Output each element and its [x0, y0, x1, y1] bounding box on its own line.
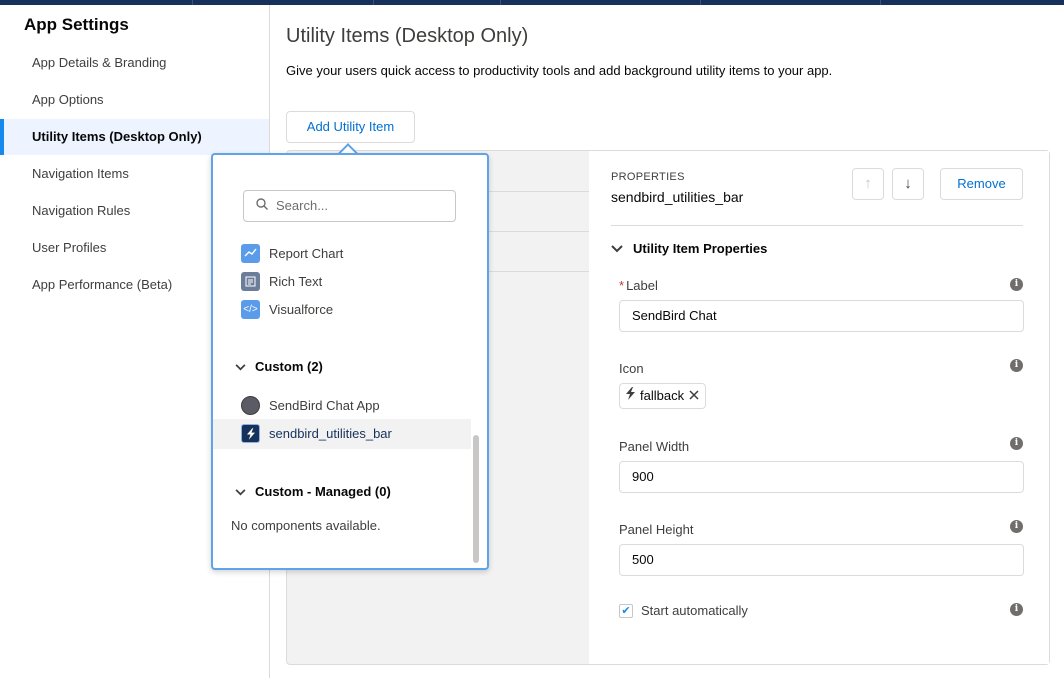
search-placeholder: Search... — [276, 198, 329, 213]
move-down-button[interactable]: ↓ — [892, 168, 924, 200]
list-divider — [487, 231, 589, 232]
scrollbar[interactable] — [471, 250, 479, 565]
component-item-rich-text[interactable]: Rich Text — [241, 271, 322, 291]
sidebar-item-app-details-branding[interactable]: App Details & Branding — [0, 45, 269, 81]
start-automatically-label: Start automatically — [641, 603, 748, 618]
empty-state-text: No components available. — [231, 518, 381, 533]
properties-heading: PROPERTIES — [611, 171, 685, 183]
group-label: Custom (2) — [255, 359, 323, 374]
arrow-down-icon: ↓ — [904, 175, 912, 192]
rich-text-icon — [241, 271, 260, 291]
component-item-sendbird-utilities-bar[interactable]: sendbird_utilities_bar — [241, 423, 392, 443]
move-up-button[interactable]: ↑ — [852, 168, 884, 200]
scrollbar-thumb[interactable] — [473, 435, 479, 563]
component-label: Visualforce — [269, 301, 334, 317]
component-label: SendBird Chat App — [269, 397, 380, 413]
panel-width-input[interactable]: 900 — [619, 461, 1024, 493]
sidebar-item-utility-items[interactable]: Utility Items (Desktop Only) — [0, 119, 269, 155]
close-icon[interactable] — [689, 384, 699, 408]
info-icon[interactable]: i — [1010, 437, 1023, 450]
utility-item-properties-section[interactable]: Utility Item Properties — [611, 241, 767, 256]
page-description: Give your users quick access to producti… — [286, 63, 833, 78]
component-item-sendbird-chat-app[interactable]: SendBird Chat App — [241, 395, 380, 415]
visualforce-icon: </> — [241, 299, 260, 319]
info-icon[interactable]: i — [1010, 603, 1023, 616]
required-mark: * — [619, 278, 625, 293]
selected-item-name: sendbird_utilities_bar — [611, 189, 744, 205]
divider — [611, 225, 1023, 226]
lightning-icon — [241, 423, 260, 443]
start-automatically-checkbox[interactable]: ✔ — [619, 603, 633, 618]
section-title: Utility Item Properties — [633, 241, 768, 256]
component-label: sendbird_utilities_bar — [269, 425, 392, 441]
component-label: Rich Text — [269, 273, 323, 289]
custom-managed-group-header[interactable]: Custom - Managed (0) — [235, 484, 391, 499]
label-input[interactable]: SendBird Chat — [619, 300, 1024, 332]
search-input[interactable]: Search... — [243, 190, 456, 222]
properties-panel: PROPERTIES sendbird_utilities_bar ↑ ↓ Re… — [589, 151, 1049, 664]
report-chart-icon — [241, 243, 260, 263]
info-icon[interactable]: i — [1010, 278, 1023, 291]
component-label: Report Chart — [269, 245, 344, 261]
remove-button[interactable]: Remove — [940, 168, 1023, 200]
chevron-down-icon — [235, 359, 247, 374]
custom-group-header[interactable]: Custom (2) — [235, 359, 323, 374]
start-automatically-row[interactable]: ✔ Start automatically — [619, 603, 748, 618]
component-item-visualforce[interactable]: </> Visualforce — [241, 299, 333, 319]
icon-pill[interactable]: fallback — [619, 383, 707, 409]
chevron-down-icon — [611, 241, 625, 256]
list-divider — [487, 271, 589, 272]
lightning-icon — [626, 384, 635, 408]
add-utility-item-button[interactable]: Add Utility Item — [286, 111, 415, 143]
circle-icon — [241, 395, 260, 415]
group-label: Custom - Managed (0) — [255, 484, 391, 499]
component-item-report-chart[interactable]: Report Chart — [241, 243, 343, 263]
icon-pill-label: fallback — [640, 388, 685, 403]
component-picker-popover: Search... Report Chart Rich Text </> Vis… — [211, 153, 489, 570]
info-icon[interactable]: i — [1010, 520, 1023, 533]
info-icon[interactable]: i — [1010, 359, 1023, 372]
page-title: Utility Items (Desktop Only) — [286, 25, 529, 47]
panel-width-label: Panel Width — [619, 439, 690, 454]
label-field-label: * Label — [619, 278, 658, 293]
panel-height-label: Panel Height — [619, 522, 694, 537]
search-icon — [256, 191, 268, 221]
arrow-up-icon: ↑ — [864, 175, 872, 192]
list-divider — [487, 191, 589, 192]
chevron-down-icon — [235, 484, 247, 499]
panel-height-input[interactable]: 500 — [619, 544, 1024, 576]
sidebar-title: App Settings — [24, 15, 129, 34]
icon-field-label: Icon — [619, 361, 644, 376]
sidebar-item-app-options[interactable]: App Options — [0, 82, 269, 118]
